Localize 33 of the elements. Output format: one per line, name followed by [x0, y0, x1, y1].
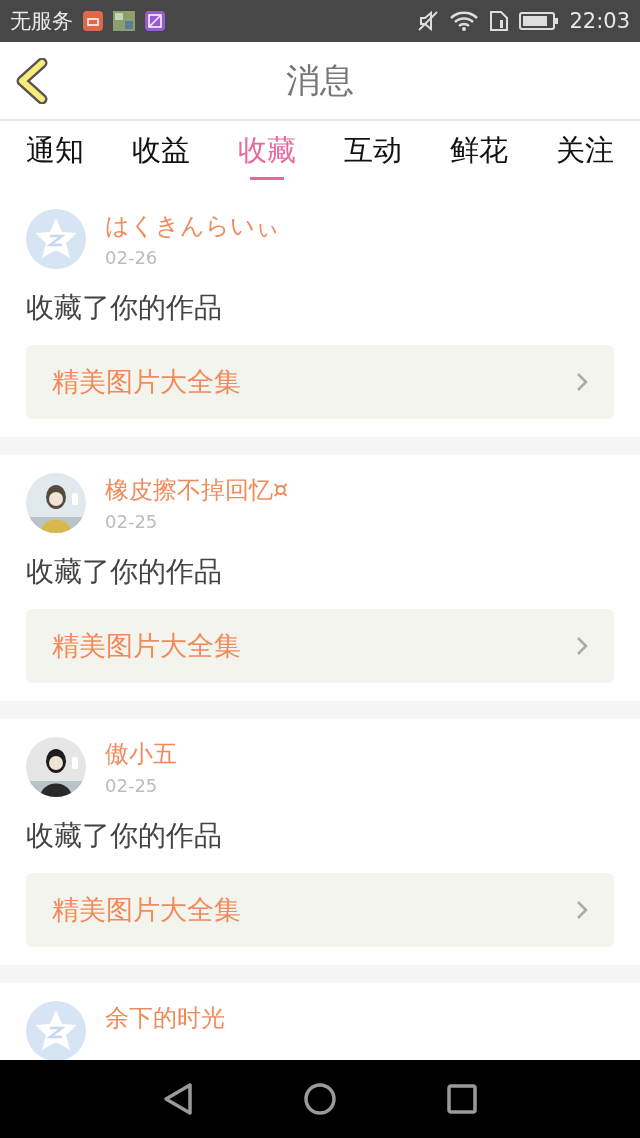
mute-icon: [417, 10, 440, 32]
home-nav-button[interactable]: [303, 1082, 337, 1116]
message-date: 02-26: [105, 247, 159, 268]
message-text: 收藏了你的作品: [26, 554, 223, 590]
user-name: 余下的时光: [105, 1003, 225, 1033]
tab[interactable]: 通知: [26, 121, 84, 191]
user-name: 橡皮擦不掉回忆¤: [105, 475, 289, 505]
message-date: 02-25: [105, 511, 159, 532]
user-name: はくきんらいぃ: [105, 211, 280, 241]
mail-icon: [83, 11, 103, 31]
battery-icon: [519, 11, 560, 31]
tab[interactable]: 鲜花: [450, 121, 508, 191]
message-date: 02-25: [105, 775, 159, 796]
back-nav-button[interactable]: [163, 1082, 193, 1116]
clock-time: 22:03: [569, 9, 630, 33]
tab[interactable]: 收益: [132, 121, 190, 191]
message-text: 收藏了你的作品: [26, 818, 223, 854]
tab[interactable]: 关注: [556, 121, 614, 191]
user-name: 傲小五: [105, 739, 177, 769]
back-button[interactable]: [14, 58, 50, 107]
sim-icon: [489, 10, 510, 32]
photo-icon: [113, 11, 135, 31]
page-title: 消息: [286, 58, 354, 102]
picture-icon: [145, 11, 165, 31]
wifi-icon: [449, 10, 480, 32]
default-avatar-icon: [26, 209, 86, 269]
chevron-right-icon: [576, 900, 588, 920]
chevron-right-icon: [576, 372, 588, 392]
carrier-text: 无服务: [10, 8, 73, 35]
message-text: 收藏了你的作品: [26, 290, 223, 326]
chevron-right-icon: [576, 636, 588, 656]
recents-nav-button[interactable]: [447, 1084, 477, 1114]
tab[interactable]: 互动: [344, 121, 402, 191]
